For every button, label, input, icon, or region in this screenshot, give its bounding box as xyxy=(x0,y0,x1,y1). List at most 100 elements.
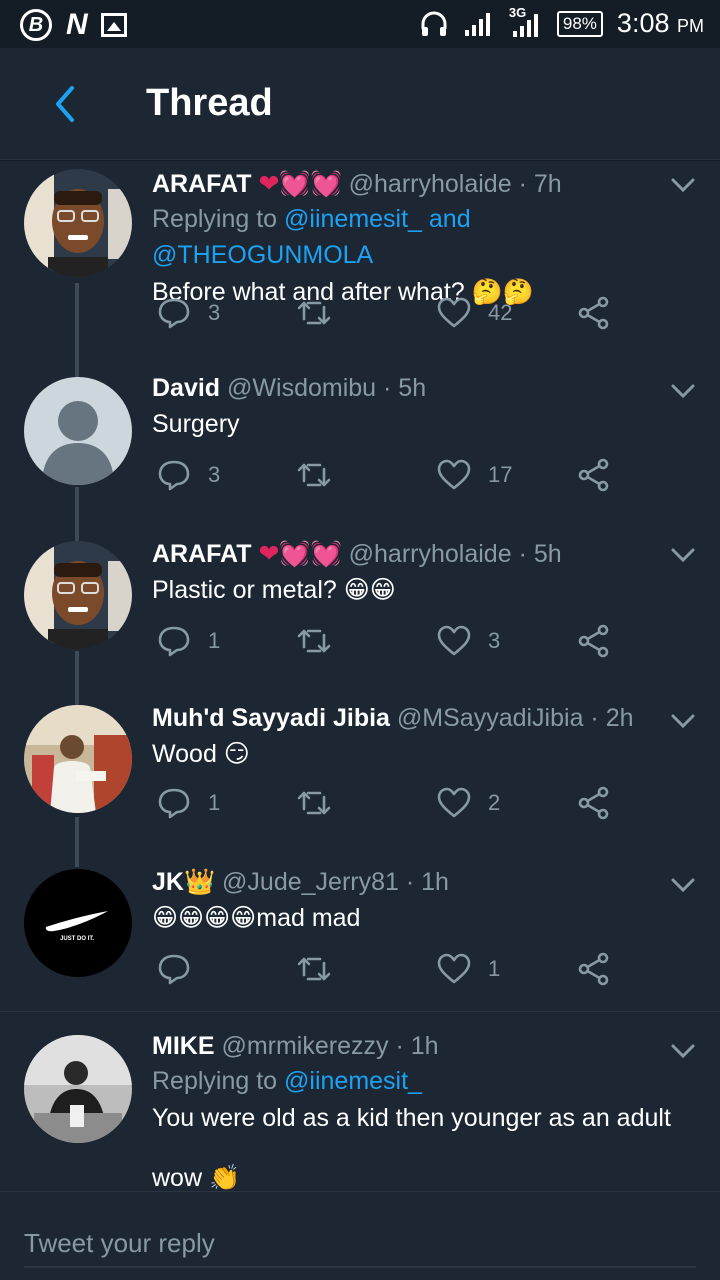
tweet-meta: Muh'd Sayyadi Jibia @MSayyadiJibia · 2h xyxy=(152,701,694,735)
like-count: 17 xyxy=(488,462,513,487)
replying-to: Replying to @iinemesit_ and @THEOGUNMOLA xyxy=(152,201,694,273)
author-handle[interactable]: @Jude_Jerry81 xyxy=(222,868,399,896)
thread-feed[interactable]: ARAFAT ❤💓💓 @harryholaide · 7h Replying t… xyxy=(0,161,720,1191)
chevron-down-icon[interactable] xyxy=(670,1041,696,1061)
reply-count: 3 xyxy=(208,300,221,325)
chevron-down-icon[interactable] xyxy=(670,711,696,731)
tweet[interactable]: David @Wisdomibu · 5h Surgery 3 17 xyxy=(0,371,720,531)
share-button[interactable] xyxy=(576,457,612,493)
reply-button[interactable]: 1 xyxy=(156,785,220,821)
retweet-button[interactable] xyxy=(296,623,348,659)
svg-text:JUST DO IT.: JUST DO IT. xyxy=(60,936,94,942)
b-badge-icon: B xyxy=(20,9,52,41)
author-name[interactable]: Muh'd Sayyadi Jibia xyxy=(152,704,390,732)
b-badge-label: B xyxy=(28,13,44,36)
replying-to-link[interactable]: @iinemesit_ xyxy=(284,1067,422,1095)
signal-icon xyxy=(464,12,490,36)
author-name[interactable]: JK👑 xyxy=(152,868,215,896)
reply-icon xyxy=(158,954,190,985)
like-button[interactable]: 42 xyxy=(436,295,512,331)
author-handle[interactable]: @Wisdomibu xyxy=(227,374,376,402)
tweet[interactable]: ARAFAT ❤💓💓 @harryholaide · 5h Plastic or… xyxy=(0,533,720,693)
author-handle[interactable]: @mrmikerezzy xyxy=(221,1032,388,1060)
like-count: 2 xyxy=(488,790,501,815)
like-button[interactable]: 17 xyxy=(436,457,512,493)
heart-emojis: ❤💓💓 xyxy=(251,540,349,568)
retweet-button[interactable] xyxy=(296,951,348,987)
network-3g-icon: 3G xyxy=(509,5,543,39)
tweet-meta: ARAFAT ❤💓💓 @harryholaide · 5h xyxy=(152,537,694,571)
gallery-icon xyxy=(100,13,127,37)
retweet-button[interactable] xyxy=(296,295,348,331)
tweet-meta: JK👑 @Jude_Jerry81 · 1h xyxy=(152,865,694,899)
share-button[interactable] xyxy=(576,295,612,331)
chevron-down-icon[interactable] xyxy=(670,381,696,401)
author-name[interactable]: ARAFAT xyxy=(152,540,252,568)
heart-emojis: ❤💓💓 xyxy=(251,170,349,198)
author-handle[interactable]: @MSayyadiJibia xyxy=(397,704,584,732)
like-button[interactable]: 2 xyxy=(436,785,500,821)
retweet-icon xyxy=(297,301,331,325)
retweet-button[interactable] xyxy=(296,457,348,493)
share-button[interactable] xyxy=(576,785,612,821)
retweet-icon xyxy=(297,463,331,487)
chevron-down-icon[interactable] xyxy=(670,875,696,895)
tweet-actions: 1 2 xyxy=(152,785,622,825)
author-name[interactable]: MIKE xyxy=(152,1032,215,1060)
tweet-text: Surgery xyxy=(152,410,240,438)
retweet-button[interactable] xyxy=(296,785,348,821)
tweet-actions: 3 17 xyxy=(152,457,622,497)
tweet-reply-input[interactable] xyxy=(24,1220,696,1268)
replying-label: Replying to xyxy=(152,1067,278,1095)
like-button[interactable]: 3 xyxy=(436,623,500,659)
tweet-text-line-2: wow 👏 xyxy=(152,1164,241,1191)
back-arrow-icon[interactable] xyxy=(48,84,82,124)
author-name[interactable]: ARAFAT xyxy=(152,170,252,198)
avatar[interactable]: JUST DO IT. xyxy=(24,869,132,977)
like-count: 1 xyxy=(488,956,501,981)
tweet[interactable]: MIKE @mrmikerezzy · 1h Replying to @iine… xyxy=(0,1029,720,1191)
like-count: 42 xyxy=(488,300,513,325)
tweet-actions: 1 xyxy=(152,951,622,991)
share-icon xyxy=(578,952,609,986)
tweet-actions: 3 42 xyxy=(152,295,622,335)
tweet[interactable]: Muh'd Sayyadi Jibia @MSayyadiJibia · 2h … xyxy=(0,699,720,859)
app-header: Thread xyxy=(0,48,720,160)
share-button[interactable] xyxy=(576,623,612,659)
tweet-time: · 1h xyxy=(395,1032,439,1060)
conversation-divider xyxy=(0,1011,720,1012)
reply-button[interactable]: 3 xyxy=(156,295,220,331)
page-title: Thread xyxy=(146,82,273,124)
reply-icon xyxy=(158,626,190,657)
tweet-text: 😁😁😁😁mad mad xyxy=(152,904,361,932)
author-handle[interactable]: @harryholaide xyxy=(349,540,512,568)
avatar[interactable] xyxy=(24,169,132,277)
tweet-actions: 1 3 xyxy=(152,623,622,663)
like-button[interactable]: 1 xyxy=(436,951,500,987)
tweet[interactable]: ARAFAT ❤💓💓 @harryholaide · 7h Replying t… xyxy=(0,161,720,351)
reply-button[interactable] xyxy=(156,951,208,987)
reply-button[interactable]: 3 xyxy=(156,457,220,493)
share-icon xyxy=(578,296,609,330)
heart-icon xyxy=(437,297,471,328)
share-icon xyxy=(578,786,609,820)
reply-button[interactable]: 1 xyxy=(156,623,220,659)
tweet[interactable]: JUST DO IT. JK👑 @Jude_Jerry81 · 1h 😁😁😁😁m… xyxy=(0,865,720,1015)
chevron-down-icon[interactable] xyxy=(670,545,696,565)
reply-count: 1 xyxy=(208,790,221,815)
avatar[interactable] xyxy=(24,541,132,649)
reply-composer xyxy=(0,1191,720,1280)
tweet-meta: David @Wisdomibu · 5h xyxy=(152,371,694,405)
share-button[interactable] xyxy=(576,951,612,987)
author-handle[interactable]: @harryholaide xyxy=(349,170,512,198)
avatar[interactable] xyxy=(24,705,132,813)
share-icon xyxy=(578,624,609,658)
author-name[interactable]: David xyxy=(152,374,220,402)
avatar[interactable] xyxy=(24,1035,132,1143)
reply-count: 1 xyxy=(208,628,221,653)
chevron-down-icon[interactable] xyxy=(670,175,696,195)
avatar[interactable] xyxy=(24,377,132,485)
tweet-text: Plastic or metal? 😁😁 xyxy=(152,576,396,604)
tweet-text: Wood 😏 xyxy=(152,740,250,768)
clock-ampm: PM xyxy=(677,16,704,36)
